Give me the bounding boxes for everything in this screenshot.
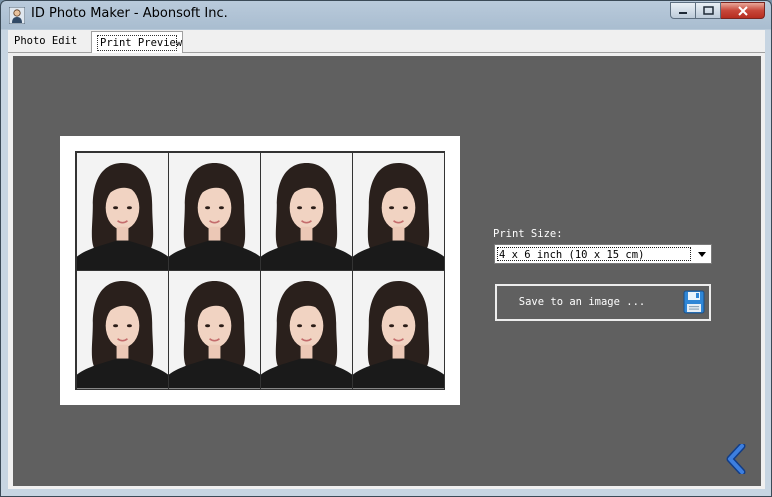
print-size-value: 4 x 6 inch (10 x 15 cm) bbox=[497, 247, 691, 261]
client-area: Photo Edit Print Preview Print Size: 4 x… bbox=[8, 30, 765, 489]
id-photo-5 bbox=[75, 270, 169, 390]
tab-photo-edit[interactable]: Photo Edit bbox=[9, 32, 86, 51]
save-button-label: Save to an image ... bbox=[518, 296, 646, 308]
id-photo-8 bbox=[351, 270, 445, 390]
print-size-select[interactable]: 4 x 6 inch (10 x 15 cm) bbox=[494, 244, 712, 264]
id-photo-3 bbox=[259, 151, 353, 271]
window-controls bbox=[670, 2, 765, 21]
window-title: ID Photo Maker - Abonsoft Inc. bbox=[31, 6, 228, 21]
id-photo-7 bbox=[259, 270, 353, 390]
tab-strip: Photo Edit Print Preview bbox=[8, 30, 765, 53]
minimize-icon bbox=[679, 11, 687, 14]
close-icon bbox=[737, 5, 748, 16]
print-preview-panel: Print Size: 4 x 6 inch (10 x 15 cm) Save… bbox=[13, 56, 761, 486]
close-button[interactable] bbox=[721, 2, 765, 19]
chevron-left-icon[interactable] bbox=[725, 444, 747, 474]
id-person-icon bbox=[9, 7, 25, 24]
tab-print-preview-label: Print Preview bbox=[97, 35, 182, 51]
maximize-icon bbox=[702, 6, 714, 15]
tab-print-preview[interactable]: Print Preview bbox=[91, 31, 183, 53]
id-photo-1 bbox=[75, 151, 169, 271]
print-size-label: Print Size: bbox=[493, 228, 563, 240]
minimize-button[interactable] bbox=[670, 2, 696, 19]
floppy-disk-icon bbox=[683, 290, 705, 314]
chevron-down-icon bbox=[698, 252, 706, 257]
title-bar[interactable]: ID Photo Maker - Abonsoft Inc. bbox=[1, 1, 771, 29]
app-window: ID Photo Maker - Abonsoft Inc. Photo Edi… bbox=[0, 0, 772, 497]
maximize-button[interactable] bbox=[696, 2, 721, 19]
id-photo-6 bbox=[167, 270, 261, 390]
id-photo-4 bbox=[351, 151, 445, 271]
photo-grid bbox=[75, 151, 445, 390]
save-to-image-button[interactable]: Save to an image ... bbox=[495, 284, 711, 321]
print-sheet-preview bbox=[60, 136, 460, 405]
id-photo-2 bbox=[167, 151, 261, 271]
